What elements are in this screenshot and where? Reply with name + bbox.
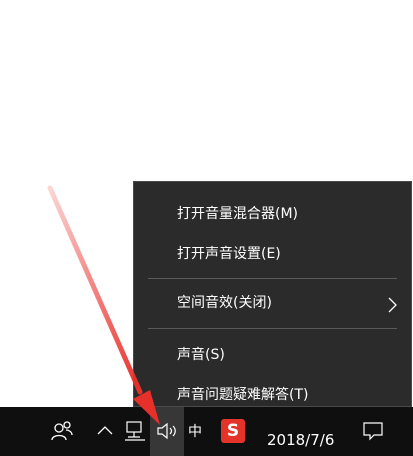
menu-item-label: 空间音效(关闭) <box>177 295 272 311</box>
menu-item-label: 打开声音设置(E) <box>177 246 281 262</box>
taskbar: 中 S 2018/7/6 <box>0 407 413 456</box>
menu-item-troubleshoot-sound[interactable]: 声音问题疑难解答(T) <box>134 381 411 409</box>
volume-context-menu: 打开音量混合器(M) 打开声音设置(E) 空间音效(关闭) 声音(S) 声音问题… <box>133 181 412 407</box>
menu-item-label: 声音问题疑难解答(T) <box>177 387 309 403</box>
menu-item-spatial-sound[interactable]: 空间音效(关闭) <box>134 289 411 317</box>
sogou-icon[interactable]: S <box>221 419 245 443</box>
clock-date[interactable]: 2018/7/6 <box>267 431 334 449</box>
ime-indicator[interactable]: 中 <box>188 421 202 441</box>
menu-item-sounds[interactable]: 声音(S) <box>134 341 411 369</box>
menu-item-label: 声音(S) <box>177 347 225 363</box>
chevron-up-icon[interactable] <box>97 424 113 436</box>
menu-separator <box>148 328 397 329</box>
network-icon[interactable] <box>124 420 146 442</box>
speaker-icon <box>156 421 178 441</box>
chevron-right-icon <box>385 295 399 313</box>
menu-item-open-sound-settings[interactable]: 打开声音设置(E) <box>134 240 411 268</box>
volume-button[interactable] <box>150 407 184 456</box>
menu-item-open-volume-mixer[interactable]: 打开音量混合器(M) <box>134 200 411 228</box>
notification-icon[interactable] <box>362 421 384 441</box>
screen: 打开音量混合器(M) 打开声音设置(E) 空间音效(关闭) 声音(S) 声音问题… <box>0 0 413 456</box>
menu-separator <box>148 278 397 279</box>
people-icon[interactable] <box>50 419 74 443</box>
menu-item-label: 打开音量混合器(M) <box>177 206 299 222</box>
